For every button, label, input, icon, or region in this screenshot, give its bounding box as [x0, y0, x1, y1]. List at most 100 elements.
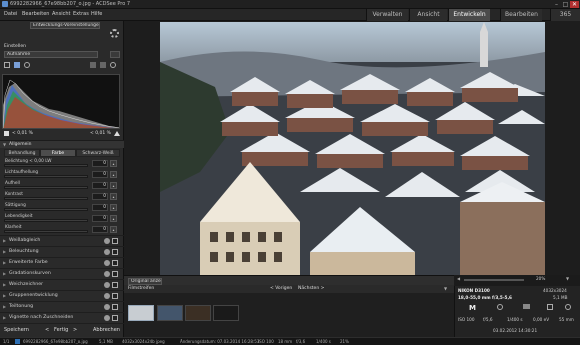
tool-beleuchtung[interactable]: ▶ Beleuchtung	[0, 246, 124, 256]
tool-gear-icon[interactable]	[104, 260, 110, 266]
settings-gear-icon[interactable]	[110, 29, 119, 38]
tool-gear-icon[interactable]	[104, 293, 110, 299]
tool-checkbox[interactable]	[112, 249, 118, 255]
subtab-behandlung[interactable]: Behandlung	[4, 149, 40, 157]
slider-track[interactable]	[4, 208, 88, 211]
thumbnail[interactable]	[157, 305, 183, 321]
show-original-button[interactable]: Original anzeigen	[128, 278, 162, 285]
next-icon[interactable]: >	[73, 327, 77, 333]
tool-checkbox[interactable]	[112, 271, 118, 277]
tool-gradationskurven[interactable]: ▶ Gradationskurven	[0, 268, 124, 278]
slider-saettigung[interactable]: Sättigung 0 ▴	[4, 203, 120, 213]
done-button[interactable]: Fertig	[54, 327, 68, 333]
slider-value[interactable]: 0	[92, 204, 108, 211]
slider-value[interactable]: 0	[92, 171, 108, 178]
slider-value[interactable]: 0	[92, 182, 108, 189]
menu-extras[interactable]: Extras	[73, 11, 89, 17]
tab-ansicht[interactable]: Ansicht	[409, 9, 447, 21]
slider-value[interactable]: 0	[92, 215, 108, 222]
zoom-out-icon[interactable]: ◀	[457, 276, 460, 281]
slider-belichtung[interactable]: Belichtung < 0,00 LW 0 ▴	[4, 159, 120, 169]
tool-gear-icon[interactable]	[104, 271, 110, 277]
filmstrip-menu-icon[interactable]: ▼	[444, 286, 447, 291]
prev-image-button[interactable]: < Vorigen	[270, 286, 292, 291]
slider-track[interactable]	[4, 230, 88, 233]
slider-aufhell[interactable]: Aufhell 0 ▴	[4, 181, 120, 191]
spinner-icon[interactable]: ▴	[110, 226, 117, 233]
menu-ansicht[interactable]: Ansicht	[52, 11, 70, 17]
tool-checkbox[interactable]	[112, 238, 118, 244]
subtab-farbe[interactable]: Farbe	[40, 149, 76, 157]
spinner-icon[interactable]: ▴	[110, 182, 117, 189]
image-viewer[interactable]	[124, 21, 580, 275]
crop-icon[interactable]	[4, 62, 10, 68]
slider-track[interactable]	[4, 197, 88, 200]
tool-teiltonung[interactable]: ▶ Teiltonung	[0, 301, 124, 311]
slider-track[interactable]	[4, 219, 88, 222]
highlight-clip-icon[interactable]	[114, 131, 120, 136]
cancel-button[interactable]: Abbrechen	[93, 327, 120, 333]
spinner-icon[interactable]: ▴	[110, 215, 117, 222]
slider-kontrast[interactable]: Kontrast 0 ▴	[4, 192, 120, 202]
tab-365[interactable]: 365	[550, 9, 580, 21]
compare-icon[interactable]	[90, 62, 96, 68]
slider-track[interactable]	[4, 175, 88, 178]
tab-verwalten[interactable]: Verwalten	[366, 9, 408, 21]
menu-datei[interactable]: Datei	[4, 11, 17, 17]
subtab-schwarz-weiss[interactable]: Schwarz-Weiß	[76, 149, 120, 157]
split-icon[interactable]	[100, 62, 106, 68]
slider-value[interactable]: 0	[92, 193, 108, 200]
spinner-icon[interactable]: ▴	[110, 160, 117, 167]
minimize-button[interactable]: –	[552, 1, 561, 8]
zoom-menu-icon[interactable]: ▼	[566, 276, 569, 281]
tool-vignette[interactable]: ▶ Vignette nach Zuschneiden	[0, 312, 124, 322]
slider-value[interactable]: 0	[92, 226, 108, 233]
tool-checkbox[interactable]	[112, 293, 118, 299]
redeye-icon[interactable]	[24, 62, 30, 68]
slider-klarheit[interactable]: Klarheit 0 ▴	[4, 225, 120, 235]
panel-menu-icon[interactable]	[110, 51, 120, 58]
tool-checkbox[interactable]	[112, 315, 118, 321]
tool-checkbox[interactable]	[112, 282, 118, 288]
aufnahme-dropdown[interactable]: Aufnahme	[4, 51, 98, 58]
prev-icon[interactable]: <	[45, 327, 49, 333]
slider-track[interactable]	[4, 186, 88, 189]
tool-checkbox[interactable]	[112, 260, 118, 266]
tool-gear-icon[interactable]	[104, 315, 110, 321]
tool-gear-icon[interactable]	[104, 238, 110, 244]
shadow-clip-icon[interactable]	[4, 131, 9, 136]
tab-bearbeiten[interactable]: Bearbeiten	[500, 9, 542, 21]
next-image-button[interactable]: Nächsten >	[298, 286, 324, 291]
spinner-icon[interactable]: ▴	[110, 171, 117, 178]
tool-gear-icon[interactable]	[104, 282, 110, 288]
tool-gruppenentwicklung[interactable]: ▶ Gruppenentwicklung	[0, 290, 124, 300]
menu-bearbeiten[interactable]: Bearbeiten	[22, 11, 49, 17]
slider-lichtaufhellung[interactable]: Lichtaufhellung 0 ▴	[4, 170, 120, 180]
spinner-icon[interactable]: ▴	[110, 204, 117, 211]
slider-lebendigkeit[interactable]: Lebendigkeit 0 ▴	[4, 214, 120, 224]
maximize-button[interactable]: □	[561, 1, 570, 8]
tab-entwickeln[interactable]: Entwickeln	[448, 9, 490, 21]
photo[interactable]	[160, 22, 545, 275]
allgemein-header[interactable]: ▼ Allgemein	[0, 140, 124, 148]
tool-gear-icon[interactable]	[104, 304, 110, 310]
zoom-slider[interactable]	[464, 279, 524, 281]
tool-erweiterte-farbe[interactable]: ▶ Erweiterte Farbe	[0, 257, 124, 267]
white-balance-icon[interactable]	[14, 62, 20, 68]
slider-value[interactable]: 0	[92, 160, 108, 167]
aperture-value: f/5,6	[483, 317, 493, 322]
tool-checkbox[interactable]	[112, 304, 118, 310]
slider-track[interactable]	[4, 164, 88, 167]
thumbnail[interactable]	[185, 305, 211, 321]
tool-weichzeichner[interactable]: ▶ Weichzeichner	[0, 279, 124, 289]
options-gear-icon[interactable]	[110, 62, 116, 68]
save-button[interactable]: Speichern	[4, 327, 29, 333]
preset-dropdown[interactable]: Entwicklungs-Voreinstellungen	[30, 22, 100, 29]
close-button[interactable]: ✕	[570, 1, 579, 8]
thumbnail-selected[interactable]	[128, 305, 154, 321]
spinner-icon[interactable]: ▴	[110, 193, 117, 200]
tool-weissabgleich[interactable]: ▶ Weißabgleich	[0, 235, 124, 245]
menu-hilfe[interactable]: Hilfe	[91, 11, 102, 17]
tool-gear-icon[interactable]	[104, 249, 110, 255]
thumbnail[interactable]	[213, 305, 239, 321]
